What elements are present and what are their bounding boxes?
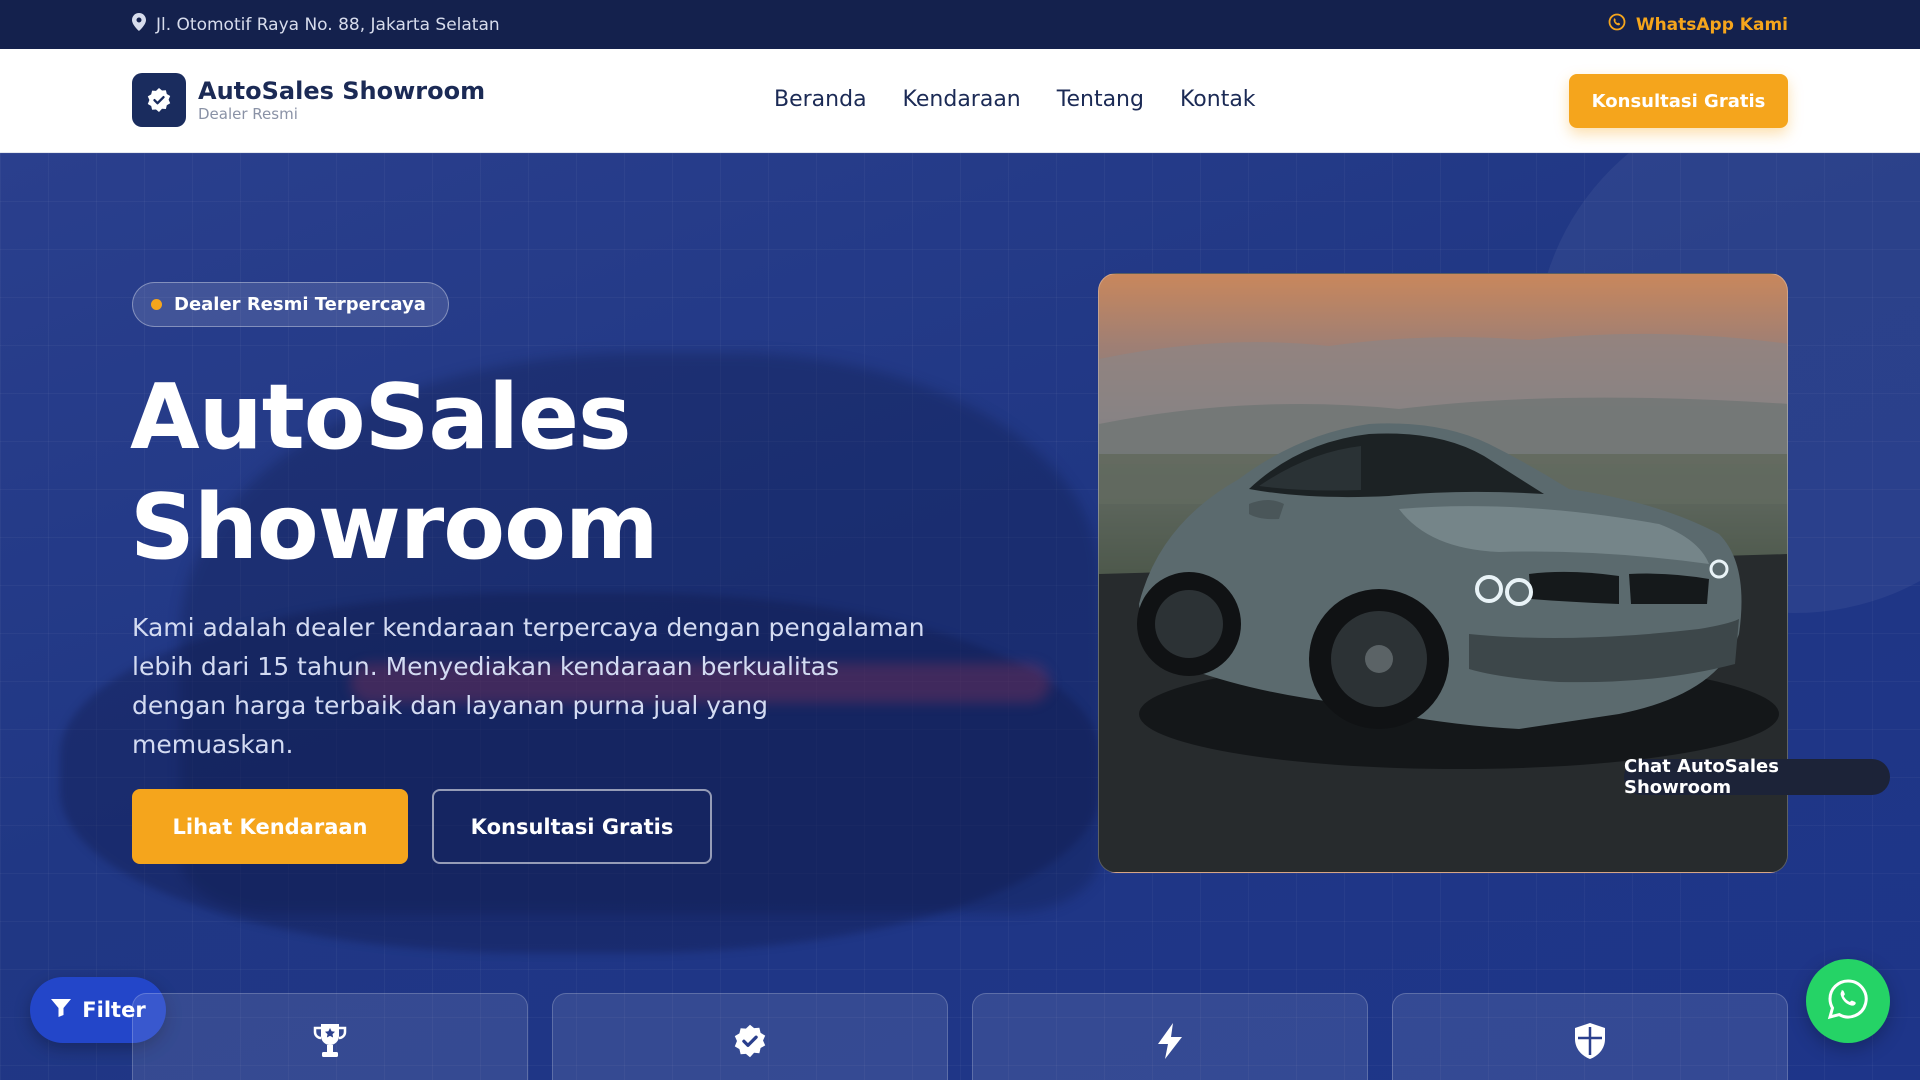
site-header: AutoSales Showroom Dealer Resmi Beranda … <box>0 49 1920 153</box>
address-info: Jl. Otomotif Raya No. 88, Jakarta Selata… <box>132 13 500 36</box>
hero-title-line1: AutoSales <box>130 365 632 470</box>
trophy-icon <box>310 1021 350 1061</box>
hero-description: Kami adalah dealer kendaraan terpercaya … <box>132 613 925 759</box>
whatsapp-link[interactable]: WhatsApp Kami <box>1608 13 1788 36</box>
whatsapp-link-label: WhatsApp Kami <box>1635 14 1788 35</box>
view-vehicles-button[interactable]: Lihat Kendaraan <box>132 789 408 864</box>
whatsapp-icon <box>1826 977 1870 1025</box>
feature-card <box>1392 993 1788 1080</box>
lightning-icon <box>1150 1021 1190 1061</box>
chat-tooltip: Chat AutoSales Showroom <box>1624 756 1890 798</box>
main-nav: Beranda Kendaraan Tentang Kontak <box>774 85 1256 115</box>
feature-card <box>972 993 1368 1080</box>
hero-title: AutoSales Showroom <box>130 363 659 583</box>
header-consultation-button[interactable]: Konsultasi Gratis <box>1569 74 1788 128</box>
feature-card <box>552 993 948 1080</box>
verified-logo-icon <box>132 73 186 127</box>
badge-dot <box>151 299 162 310</box>
brand-text: AutoSales Showroom Dealer Resmi <box>198 77 485 123</box>
hero-title-line2: Showroom <box>130 475 659 580</box>
feature-cards <box>132 993 1788 1080</box>
hero-section: Dealer Resmi Terpercaya AutoSales Showro… <box>0 153 1920 1080</box>
brand-logo-link[interactable]: AutoSales Showroom Dealer Resmi <box>132 73 485 127</box>
verified-badge-icon <box>730 1021 770 1061</box>
nav-tentang[interactable]: Tentang <box>1057 85 1144 115</box>
feature-card <box>132 993 528 1080</box>
brand-title: AutoSales Showroom <box>198 77 486 105</box>
whatsapp-float-button[interactable] <box>1806 959 1890 1043</box>
nav-beranda[interactable]: Beranda <box>774 85 867 115</box>
free-consultation-button[interactable]: Konsultasi Gratis <box>432 789 712 864</box>
top-bar: Jl. Otomotif Raya No. 88, Jakarta Selata… <box>0 0 1920 49</box>
badge-label: Dealer Resmi Terpercaya <box>174 294 426 315</box>
filter-icon <box>50 998 72 1023</box>
shield-icon <box>1570 1021 1610 1061</box>
nav-kontak[interactable]: Kontak <box>1180 85 1256 115</box>
brand-subtitle: Dealer Resmi <box>198 105 298 123</box>
trusted-dealer-badge: Dealer Resmi Terpercaya <box>132 282 449 327</box>
whatsapp-icon <box>1608 13 1626 36</box>
address-text: Jl. Otomotif Raya No. 88, Jakarta Selata… <box>156 14 500 35</box>
location-pin-icon <box>132 13 146 36</box>
nav-kendaraan[interactable]: Kendaraan <box>903 85 1021 115</box>
